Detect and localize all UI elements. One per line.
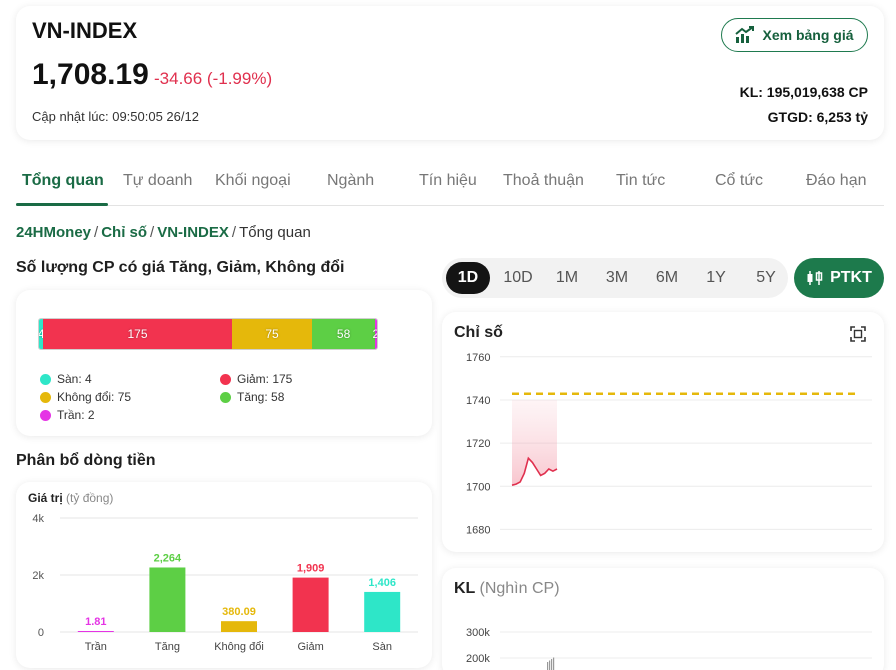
breadcrumb-vnindex-link[interactable]: VN-INDEX: [157, 224, 229, 241]
index-area-fill: [512, 399, 557, 486]
legend-unchanged-label: Không đổi: 75: [57, 390, 132, 404]
bar-value-label: 1.81: [85, 616, 106, 628]
bar-segment-giam: 175: [43, 319, 232, 349]
tab-foreign[interactable]: Khối ngoại: [215, 172, 291, 190]
cash-flow-bar: [364, 591, 401, 632]
update-time: Cập nhật lúc: 09:50:05 26/12: [32, 109, 199, 124]
legend-decline-label: Giảm: 175: [237, 372, 293, 386]
breadcrumb-current: Tổng quan: [239, 224, 311, 241]
tab-bar: Tổng quan Tự doanh Khối ngoại Ngành Tín …: [16, 158, 884, 206]
x-category-label: Tăng: [155, 641, 180, 653]
view-price-board-button[interactable]: Xem bảng giá: [721, 18, 868, 52]
technical-analysis-label: PTKT: [830, 269, 872, 286]
period-3m-button[interactable]: 3M: [595, 262, 639, 294]
bar-segment-khongdoi: 75: [231, 319, 313, 349]
volume-bar: [553, 657, 555, 670]
cash-flow-card: Giá trị (tỷ đồng) 0 2k 4k 1.81 Trần 2,264 Tăng…: [16, 482, 432, 668]
index-line-chart: 1760 1740 1720 1700 1680: [466, 352, 872, 536]
index-header-card: VN-INDEX 1,708.19 -34.66 (-1.99%) Cập nh…: [16, 6, 884, 140]
bar-segment-tang: 58: [312, 319, 375, 349]
legend-unchanged: Không đổi: 75: [40, 390, 131, 404]
trend-chart-icon: [735, 26, 755, 43]
volume-bar: [549, 660, 551, 670]
technical-analysis-button[interactable]: PTKT: [794, 258, 884, 298]
legend-ceiling: Trần: 2: [40, 408, 95, 422]
breadcrumb-home-link[interactable]: 24HMoney: [16, 224, 91, 241]
tab-overview[interactable]: Tổng quan: [22, 172, 104, 190]
candlestick-icon: [807, 271, 823, 285]
volume-bar: [547, 662, 549, 670]
cash-flow-bar: [221, 621, 257, 632]
cash-flow-bar: [77, 631, 114, 632]
index-symbol: VN-INDEX: [32, 18, 138, 43]
cash-flow-bar: [292, 577, 329, 632]
view-price-board-label: Xem bảng giá: [762, 27, 854, 43]
period-6m-button[interactable]: 6M: [645, 262, 689, 294]
y-tick-label: 2k: [32, 570, 44, 582]
index-price: 1,708.19: [32, 58, 149, 91]
advance-decline-bar: 417575582: [38, 318, 378, 350]
y-tick-label: 1680: [466, 524, 490, 536]
tab-sector[interactable]: Ngành: [327, 172, 374, 190]
advance-dot-icon: [220, 391, 231, 403]
y-tick-label: 1720: [466, 438, 490, 450]
legend-advance-label: Tăng: 58: [237, 390, 285, 404]
volume-chart-card: KL (Nghìn CP) 300k 200k: [442, 568, 884, 670]
period-1y-button[interactable]: 1Y: [694, 262, 738, 294]
x-category-label: Trần: [85, 641, 107, 653]
index-change: -34.66 (-1.99%): [154, 69, 273, 88]
tab-maturity[interactable]: Đáo hạn: [806, 172, 867, 190]
period-5y-button[interactable]: 5Y: [744, 262, 788, 294]
legend-floor-label: Sàn: 4: [57, 372, 92, 386]
y-tick-label: 1700: [466, 481, 490, 493]
tab-agreements[interactable]: Thoả thuận: [503, 172, 584, 190]
y-tick-label: 300k: [466, 627, 490, 639]
period-10d-button[interactable]: 10D: [496, 262, 540, 294]
breadcrumb: 24HMoney / Chỉ số / VN-INDEX / Tổng quan: [16, 224, 311, 241]
index-chart-card: Chỉ số 1760 1740 1720 1700 1680: [442, 312, 884, 552]
total-value: GTGD: 6,253 tỷ: [767, 109, 868, 125]
volume-bar: [551, 659, 553, 670]
tab-signals[interactable]: Tín hiệu: [419, 172, 477, 190]
active-tab-indicator: [16, 203, 108, 206]
legend-ceiling-label: Trần: 2: [57, 408, 95, 422]
bar-value-label: 2,264: [154, 552, 182, 564]
decline-dot-icon: [220, 373, 231, 385]
tab-proprietary[interactable]: Tự doanh: [123, 172, 192, 190]
x-category-label: Sàn: [372, 641, 392, 653]
x-category-label: Không đổi: [214, 641, 264, 653]
stock-count-title: Số lượng CP có giá Tăng, Giảm, Không đổi: [16, 259, 345, 276]
x-category-label: Giảm: [297, 641, 323, 653]
bar-value-label: 1,406: [368, 577, 396, 589]
period-1d-button[interactable]: 1D: [446, 262, 490, 294]
bar-value-label: 1,909: [297, 563, 325, 575]
y-tick-label: 1740: [466, 395, 490, 407]
period-1m-button[interactable]: 1M: [545, 262, 589, 294]
bar-value-label: 380.09: [222, 606, 256, 618]
cash-flow-chart: 0 2k 4k 1.81 Trần 2,264 Tăng 380.09 Không đổi 1,9…: [32, 513, 418, 653]
stock-count-card: 417575582 Sàn: 4 Giảm: 175 Không đổi: 75…: [16, 290, 432, 436]
period-selector: 1D 10D 1M 3M 6M 1Y 5Y PTKT: [442, 258, 884, 298]
total-volume: KL: 195,019,638 CP: [739, 84, 868, 100]
cash-flow-bar: [149, 567, 186, 632]
ceiling-dot-icon: [40, 409, 51, 421]
legend-decline: Giảm: 175: [220, 372, 292, 386]
tab-news[interactable]: Tin tức: [616, 172, 665, 190]
tab-dividends[interactable]: Cổ tức: [715, 172, 763, 190]
floor-dot-icon: [40, 373, 51, 385]
y-tick-label: 200k: [466, 653, 490, 665]
bar-segment-tran: 2: [373, 319, 377, 349]
breadcrumb-index-link[interactable]: Chỉ số: [101, 224, 147, 241]
cash-flow-title: Phân bổ dòng tiền: [16, 452, 156, 469]
y-tick-label: 4k: [32, 513, 44, 525]
legend-advance: Tăng: 58: [220, 390, 284, 404]
y-tick-label: 1760: [466, 352, 490, 364]
volume-bar-chart: 300k 200k: [466, 627, 872, 670]
legend-floor: Sàn: 4: [40, 372, 92, 386]
y-tick-label: 0: [38, 627, 44, 639]
unchanged-dot-icon: [40, 391, 51, 403]
